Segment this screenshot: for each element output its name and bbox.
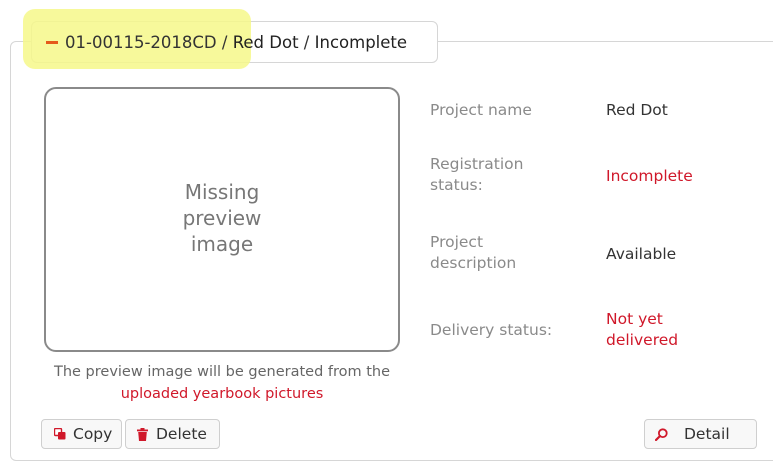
registration-status-label: Registration status: <box>430 155 524 194</box>
project-name-value: Red Dot <box>606 101 668 119</box>
project-description-label: Project description <box>430 233 517 272</box>
search-icon <box>655 427 668 441</box>
project-title-name: Red Dot <box>232 32 299 52</box>
project-name-label: Project name <box>430 101 532 119</box>
project-description-value: Available <box>606 245 677 263</box>
project-id: 01-00115-2018CD <box>65 32 217 52</box>
project-title-status: Incomplete <box>314 32 408 52</box>
title-separator: / <box>298 32 315 52</box>
title-separator: / <box>216 32 233 52</box>
detail-label: Detail <box>684 425 730 443</box>
copy-button[interactable]: Copy <box>41 419 122 449</box>
delivery-status-value: Not yet delivered <box>606 310 679 349</box>
copy-icon <box>54 428 66 440</box>
minus-icon[interactable] <box>46 41 58 44</box>
delete-label: Delete <box>156 425 207 443</box>
trash-icon <box>137 427 148 441</box>
missing-preview-text: Missing preview image <box>182 179 262 256</box>
registration-status-value: Incomplete <box>606 167 693 185</box>
detail-button[interactable]: Detail <box>644 419 757 449</box>
project-title: 01-00115-2018CD / Red Dot / Incomplete <box>65 33 407 52</box>
preview-caption-text: The preview image will be generated from… <box>53 364 391 380</box>
copy-label: Copy <box>73 425 113 443</box>
preview-caption: The preview image will be generated from… <box>44 361 400 405</box>
project-header[interactable]: 01-00115-2018CD / Red Dot / Incomplete <box>23 9 438 69</box>
uploaded-pictures-link[interactable]: uploaded yearbook pictures <box>121 386 324 402</box>
delete-button[interactable]: Delete <box>125 419 220 449</box>
preview-image-placeholder: Missing preview image <box>44 87 400 352</box>
delivery-status-label: Delivery status: <box>430 321 553 339</box>
